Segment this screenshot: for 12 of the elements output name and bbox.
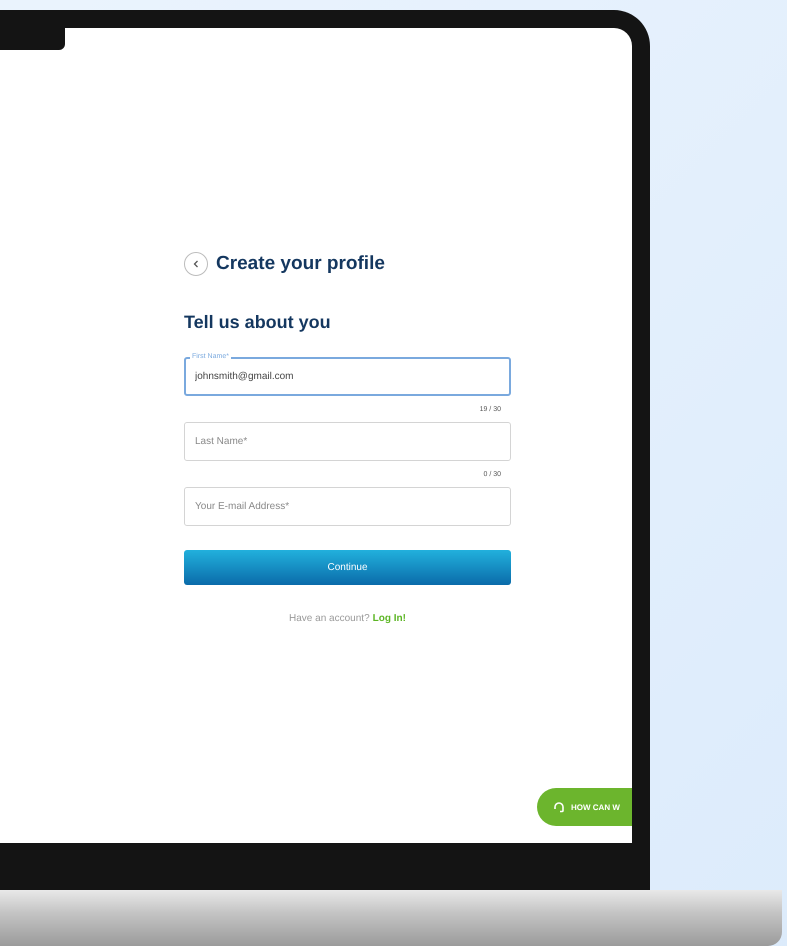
help-button[interactable]: HOW CAN W (537, 788, 632, 826)
section-heading: Tell us about you (184, 312, 332, 333)
chevron-left-icon (193, 260, 199, 268)
continue-button[interactable]: Continue (184, 550, 511, 585)
login-prompt: Have an account? (289, 613, 370, 624)
input-field[interactable]: Last Name* (184, 422, 511, 461)
input-field[interactable]: johnsmith@gmail.com (184, 357, 511, 396)
login-link[interactable]: Log In! (372, 613, 406, 624)
headset-icon (553, 801, 565, 813)
page-title: Create your profile (216, 253, 385, 275)
back-button[interactable] (184, 252, 208, 276)
input-field[interactable]: Your E-mail Address* (184, 487, 511, 526)
